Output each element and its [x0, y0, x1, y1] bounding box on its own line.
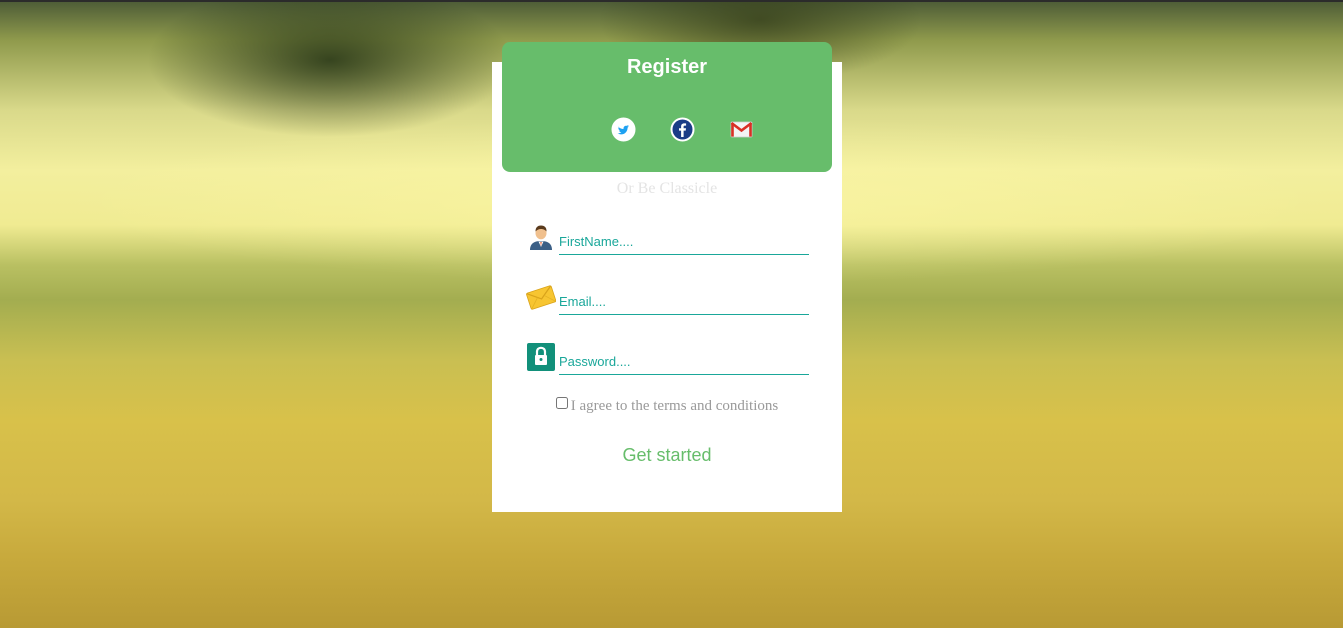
email-field	[524, 282, 814, 326]
terms-checkbox[interactable]	[555, 397, 568, 409]
firstname-input[interactable]	[559, 228, 809, 255]
gmail-icon[interactable]	[729, 117, 754, 142]
twitter-icon[interactable]	[611, 117, 636, 142]
password-field	[524, 342, 814, 386]
terms-label: I agree to the terms and conditions	[570, 398, 779, 414]
firstname-field	[524, 222, 814, 266]
get-started-button[interactable]: Get started	[492, 445, 842, 466]
divider-text: Or Be Classicle	[616, 180, 718, 197]
facebook-icon[interactable]	[670, 117, 695, 142]
browser-top-edge	[0, 0, 1343, 2]
password-input[interactable]	[559, 348, 809, 375]
register-header: Register	[502, 42, 832, 172]
user-icon	[526, 222, 556, 252]
page-title: Register	[626, 56, 708, 78]
lock-icon	[526, 342, 556, 372]
email-input[interactable]	[559, 288, 809, 315]
terms-agreement: I agree to the terms and conditions	[492, 397, 842, 415]
envelope-icon	[526, 282, 557, 312]
